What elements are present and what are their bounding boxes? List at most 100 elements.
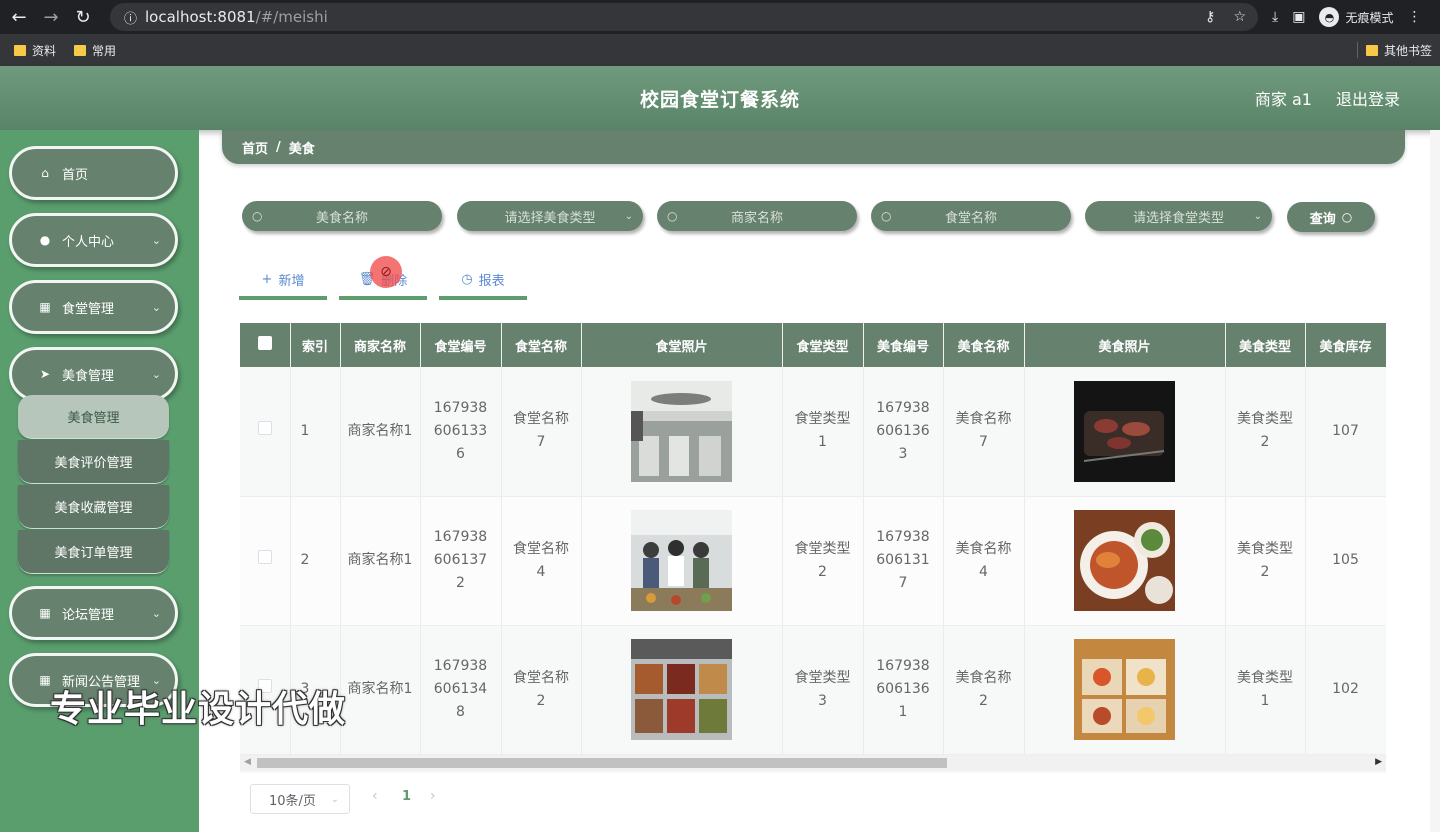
search-icon: ○ <box>881 209 892 223</box>
column-header: 美食库存 <box>1305 323 1386 367</box>
sidepanel-icon[interactable]: ▣ <box>1292 9 1305 25</box>
canteen-photo-image[interactable] <box>631 510 732 611</box>
page-number-current[interactable]: 1 <box>402 789 411 804</box>
canteen-name-search-input[interactable]: ○ 食堂名称 <box>871 201 1071 231</box>
star-icon[interactable]: ☆ <box>1233 9 1246 25</box>
chevron-down-icon: ⌄ <box>151 233 161 247</box>
canteen-photo-image[interactable] <box>631 639 732 740</box>
food-name-placeholder: 美食名称 <box>315 210 368 226</box>
incognito-label: 无痕模式 <box>1345 10 1394 25</box>
canteen-type-placeholder: 请选择食堂类型 <box>1132 210 1224 226</box>
submenu-food-review[interactable]: 美食评价管理 <box>18 440 169 484</box>
info-icon[interactable]: ⓘ <box>124 8 137 27</box>
food-photo-image[interactable] <box>1074 510 1175 611</box>
cell-canteen-name: 食堂名称2 <box>501 625 582 755</box>
cell-canteen-no: 1679386061372 <box>420 496 502 626</box>
download-icon[interactable]: ⤓ <box>1272 9 1278 25</box>
report-label: 报表 <box>478 273 505 289</box>
grid-icon: ▦ <box>39 300 51 314</box>
bookmark-folder-1[interactable]: 资料 <box>14 42 56 59</box>
breadcrumb-home[interactable]: 首页 <box>242 138 268 157</box>
merchant-name-search-input[interactable]: ○ 商家名称 <box>657 201 857 231</box>
query-button[interactable]: 查询 ○ <box>1287 202 1375 232</box>
column-header: 美食照片 <box>1024 323 1226 367</box>
cell-stock: 105 <box>1305 496 1386 626</box>
bookmarks-bar: 资料 常用 其他书签 <box>0 34 1440 66</box>
cell-canteen-no: 1679386061348 <box>420 625 502 755</box>
logout-link[interactable]: 退出登录 <box>1336 86 1400 110</box>
column-header: 美食类型 <box>1225 323 1306 367</box>
food-name-search-input[interactable]: ○ 美食名称 <box>242 201 442 231</box>
table-header-row: 索引 商家名称 食堂编号 食堂名称 食堂照片 食堂类型 美食编号 美食名称 美食… <box>240 323 1386 367</box>
incognito-indicator[interactable]: ◓ 无痕模式 <box>1319 7 1393 27</box>
reload-icon[interactable]: ↻ <box>70 4 96 30</box>
column-header: 美食名称 <box>943 323 1025 367</box>
add-button[interactable]: + 新增 <box>239 262 327 300</box>
page-size-select[interactable]: 10条/页 ⌄ <box>250 784 350 814</box>
bookmark-label: 常用 <box>92 43 117 58</box>
row-checkbox[interactable] <box>240 496 291 626</box>
report-button[interactable]: ◷ 报表 <box>439 262 527 300</box>
cell-food-photo <box>1024 496 1226 626</box>
prev-page-icon[interactable]: ‹ <box>372 788 378 804</box>
cell-food-type: 美食类型1 <box>1225 625 1306 755</box>
sidebar-item-label: 首页 <box>62 167 89 183</box>
food-type-select[interactable]: 请选择美食类型 ⌄ <box>457 201 643 231</box>
food-photo-image[interactable] <box>1074 380 1175 482</box>
sidebar-item-label: 论坛管理 <box>62 607 115 623</box>
back-arrow-icon[interactable]: ← <box>6 4 32 30</box>
search-icon: ○ <box>252 209 263 223</box>
canteen-photo-image[interactable] <box>631 380 732 482</box>
cell-food-name: 美食名称4 <box>943 496 1025 626</box>
column-header: 索引 <box>290 323 341 367</box>
key-icon[interactable]: ⚷ <box>1205 9 1215 25</box>
breadcrumb-current: 美食 <box>288 141 315 157</box>
column-header: 食堂编号 <box>420 323 502 367</box>
bookmark-label: 资料 <box>32 43 57 58</box>
cell-food-no: 1679386061361 <box>863 625 944 755</box>
sidebar-item-food[interactable]: ➤ 美食管理 ⌄ <box>9 347 178 401</box>
page-size-value: 10条/页 <box>269 793 316 809</box>
sidebar-item-home[interactable]: ⌂ 首页 <box>9 146 178 200</box>
cell-stock: 107 <box>1305 367 1386 497</box>
row-checkbox[interactable] <box>240 367 291 497</box>
submenu-food-order[interactable]: 美食订单管理 <box>18 530 169 574</box>
vertical-scrollbar[interactable] <box>1430 130 1440 832</box>
food-submenu: 美食管理 美食评价管理 美食收藏管理 美食订单管理 <box>18 395 169 575</box>
send-icon: ➤ <box>39 367 51 381</box>
next-page-icon[interactable]: › <box>430 788 436 804</box>
chevron-down-icon: ⌄ <box>151 606 161 620</box>
cell-index: 2 <box>290 496 341 626</box>
incognito-icon: ◓ <box>1319 7 1340 27</box>
cell-food-no: 1679386061363 <box>863 367 944 497</box>
column-header: 食堂类型 <box>782 323 864 367</box>
cell-canteen-no: 1679386061336 <box>420 367 502 497</box>
food-table: 索引 商家名称 食堂编号 食堂名称 食堂照片 食堂类型 美食编号 美食名称 美食… <box>240 323 1386 773</box>
submenu-food-manage[interactable]: 美食管理 <box>18 395 169 439</box>
forward-arrow-icon[interactable]: → <box>38 4 64 30</box>
canteen-type-select[interactable]: 请选择食堂类型 ⌄ <box>1085 201 1272 231</box>
table-row: 1 商家名称1 1679386061336 食堂名称7 食堂类型1 167938… <box>240 367 1386 497</box>
address-bar[interactable]: ⓘ localhost:8081 /#/meishi ⚷ ☆ <box>110 3 1258 31</box>
more-menu-icon[interactable]: ⋮ <box>1407 9 1421 25</box>
cell-food-name: 美食名称7 <box>943 367 1025 497</box>
bookmark-folder-2[interactable]: 常用 <box>74 42 116 59</box>
scroll-left-icon[interactable]: ◀ <box>244 757 251 767</box>
other-bookmarks[interactable]: 其他书签 <box>1365 42 1432 59</box>
folder-icon <box>14 44 26 56</box>
cell-canteen-photo <box>581 367 783 497</box>
home-icon: ⌂ <box>41 166 49 180</box>
sidebar-item-personal[interactable]: ● 个人中心 ⌄ <box>9 213 178 267</box>
submenu-food-favorite[interactable]: 美食收藏管理 <box>18 485 169 529</box>
scrollbar-thumb[interactable] <box>257 758 947 768</box>
select-all-checkbox[interactable] <box>240 323 291 367</box>
cell-merchant: 商家名称1 <box>340 625 421 755</box>
sidebar-item-forum[interactable]: ▦ 论坛管理 ⌄ <box>9 586 178 640</box>
checkbox-icon <box>257 550 272 564</box>
scroll-right-icon[interactable]: ▶ <box>1375 757 1382 767</box>
food-photo-image[interactable] <box>1074 639 1175 740</box>
chevron-down-icon: ⌄ <box>330 793 339 805</box>
horizontal-scrollbar[interactable]: ◀ ▶ <box>240 755 1386 771</box>
sidebar-item-canteen[interactable]: ▦ 食堂管理 ⌄ <box>9 280 178 334</box>
checkbox-icon <box>257 420 272 435</box>
